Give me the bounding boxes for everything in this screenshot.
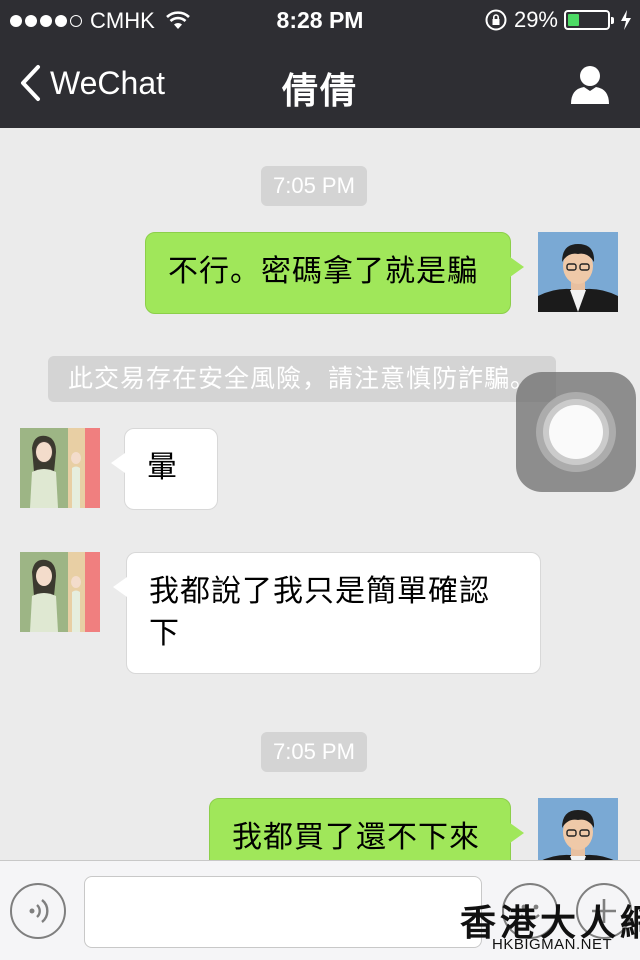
battery-percent: 29% [513, 7, 558, 32]
status-bar: CMHK 8:28 PM 29% [0, 0, 640, 40]
charging-bolt-icon [621, 10, 631, 30]
battery-icon [564, 10, 614, 30]
status-right: 29% [484, 7, 632, 33]
battery-fill [568, 14, 580, 26]
nav-bar: WeChat 倩倩 [0, 40, 640, 128]
watermark-logo: 香港大人網 HKBIGMAN.NET [456, 894, 640, 960]
my-message-bubble[interactable]: 不行。密碼拿了就是騙 [145, 232, 524, 314]
message-line: 下 [149, 617, 180, 650]
my-avatar[interactable] [538, 232, 618, 312]
avatar-image [20, 552, 100, 632]
chat-title: 倩倩 [281, 70, 358, 111]
voice-icon [29, 899, 49, 923]
rotation-lock-icon [485, 9, 507, 31]
top-bar: CMHK 8:28 PM 29% WeChat 倩倩 [0, 0, 640, 128]
message-line: 我都說了我只是簡單確認 [149, 575, 490, 608]
assistive-touch-button[interactable] [516, 372, 636, 492]
contact-avatar[interactable] [20, 552, 100, 632]
profile-icon[interactable] [570, 64, 610, 104]
assistive-core [549, 405, 603, 459]
timestamp-pill: 7:05 PM [261, 732, 367, 772]
watermark-subtitle: HKBIGMAN.NET [492, 936, 613, 953]
message-input[interactable] [84, 876, 482, 948]
their-message-bubble[interactable]: 暈 [111, 428, 218, 510]
system-notice: 此交易存在安全風險，請注意慎防詐騙。 [48, 356, 557, 402]
avatar-image [20, 428, 100, 508]
voice-button[interactable] [10, 883, 66, 939]
their-message-bubble[interactable]: 我都說了我只是簡單確認 下 [113, 552, 541, 674]
contact-avatar[interactable] [20, 428, 100, 508]
avatar-image [538, 232, 618, 312]
timestamp-pill: 7:05 PM [261, 166, 367, 206]
